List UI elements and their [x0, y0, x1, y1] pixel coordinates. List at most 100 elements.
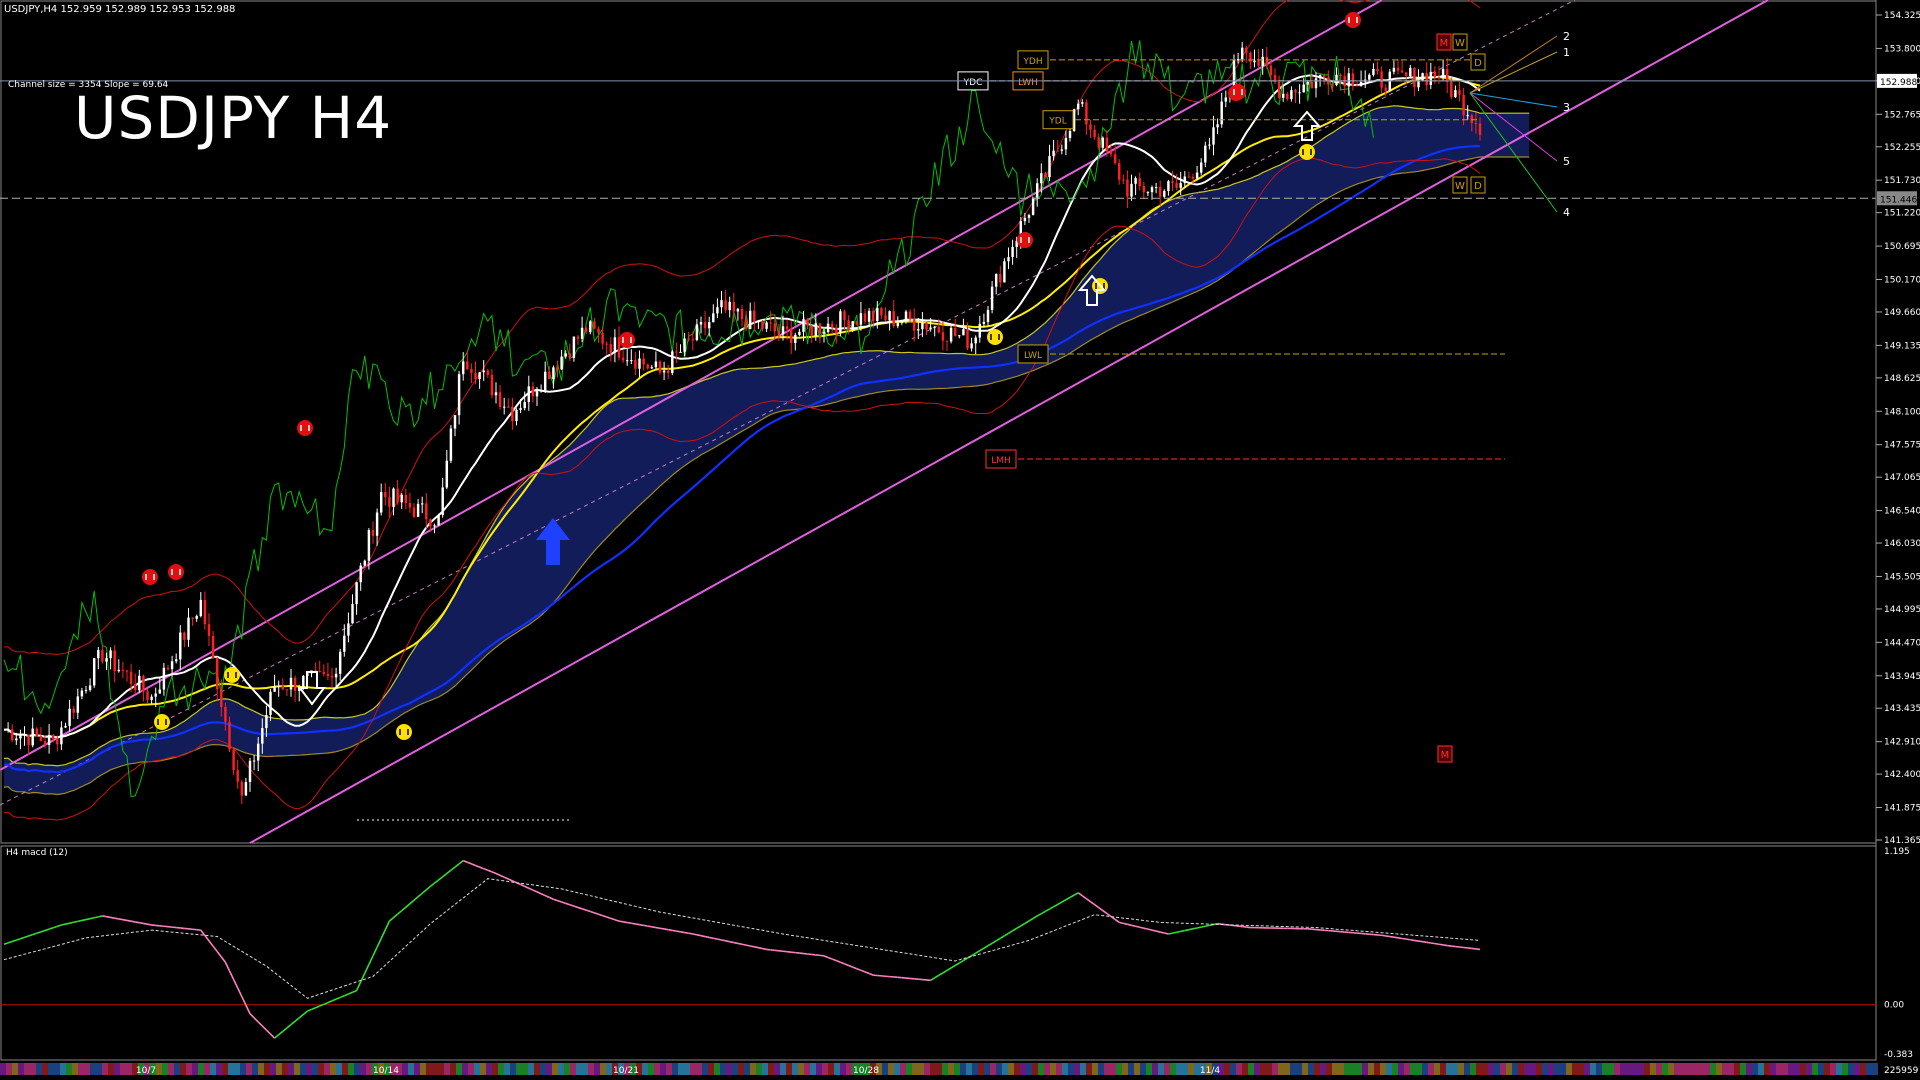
candle-body[interactable]	[548, 371, 551, 380]
candle-body[interactable]	[925, 322, 928, 330]
candle-body[interactable]	[1130, 183, 1133, 197]
candle-body[interactable]	[261, 728, 264, 744]
candle-body[interactable]	[724, 300, 727, 311]
candle-body[interactable]	[732, 301, 736, 312]
candle-body[interactable]	[1089, 124, 1092, 130]
candle-body[interactable]	[1335, 74, 1338, 86]
candle-body[interactable]	[609, 344, 613, 353]
candle-body[interactable]	[1269, 65, 1273, 76]
candle-body[interactable]	[781, 326, 785, 335]
candle-body[interactable]	[703, 322, 707, 329]
candle-body[interactable]	[363, 560, 367, 566]
candle-body[interactable]	[994, 274, 998, 287]
candle-body[interactable]	[1281, 93, 1285, 98]
candle-body[interactable]	[572, 336, 576, 358]
candle-body[interactable]	[556, 367, 559, 370]
trading-chart[interactable]: YDCYDHLWHYDLLWLLMHM WDW DM21354 154.325153…	[0, 0, 1920, 1080]
candle-body[interactable]	[519, 408, 522, 410]
candle-body[interactable]	[23, 734, 26, 736]
candle-body[interactable]	[269, 691, 272, 716]
candle-body[interactable]	[761, 321, 764, 329]
sell-signal-icon[interactable]	[1230, 84, 1246, 100]
candle-body[interactable]	[990, 286, 994, 310]
candle-body[interactable]	[695, 324, 699, 341]
candle-body[interactable]	[531, 386, 535, 397]
candle-body[interactable]	[1310, 81, 1314, 89]
candle-body[interactable]	[568, 353, 572, 358]
candle-body[interactable]	[39, 736, 43, 742]
candle-body[interactable]	[97, 650, 100, 659]
candle-body[interactable]	[101, 650, 104, 662]
candle-body[interactable]	[1441, 68, 1445, 79]
candle-body[interactable]	[1105, 137, 1109, 152]
candle-body[interactable]	[1400, 70, 1404, 73]
candle-body[interactable]	[474, 372, 477, 379]
candle-body[interactable]	[236, 770, 239, 782]
candle-body[interactable]	[539, 390, 543, 392]
candle-body[interactable]	[1478, 123, 1482, 135]
candle-body[interactable]	[1134, 178, 1137, 184]
candle-body[interactable]	[1376, 68, 1379, 72]
candle-body[interactable]	[68, 708, 71, 726]
candle-body[interactable]	[388, 497, 391, 507]
candle-body[interactable]	[658, 361, 662, 373]
candle-body[interactable]	[166, 667, 170, 670]
candle-body[interactable]	[338, 651, 342, 674]
candle-body[interactable]	[400, 494, 403, 503]
candle-body[interactable]	[146, 691, 149, 700]
buy-signal-icon[interactable]	[154, 714, 170, 730]
candle-body[interactable]	[601, 332, 604, 344]
candle-body[interactable]	[392, 488, 395, 507]
candle-body[interactable]	[933, 326, 936, 328]
candle-body[interactable]	[962, 329, 965, 336]
candle-body[interactable]	[773, 323, 777, 332]
candle-body[interactable]	[490, 374, 494, 396]
candle-body[interactable]	[515, 409, 518, 421]
candle-body[interactable]	[1199, 162, 1203, 173]
candle-body[interactable]	[470, 369, 473, 373]
candle-body[interactable]	[978, 323, 982, 338]
candle-body[interactable]	[1347, 73, 1351, 87]
candle-body[interactable]	[597, 328, 600, 333]
candle-body[interactable]	[92, 658, 96, 686]
candle-body[interactable]	[494, 392, 498, 396]
candle-body[interactable]	[84, 690, 88, 692]
buy-signal-icon[interactable]	[1299, 144, 1315, 160]
candle-body[interactable]	[593, 321, 596, 329]
candle-body[interactable]	[1277, 81, 1281, 98]
candle-body[interactable]	[999, 274, 1002, 283]
candle-body[interactable]	[1290, 90, 1293, 100]
candle-body[interactable]	[884, 315, 887, 321]
candle-body[interactable]	[1208, 144, 1211, 146]
candle-body[interactable]	[203, 599, 207, 625]
candle-body[interactable]	[498, 392, 502, 407]
candle-body[interactable]	[580, 327, 584, 339]
candle-body[interactable]	[433, 525, 436, 527]
candle-body[interactable]	[1035, 183, 1039, 198]
candle-body[interactable]	[1462, 94, 1465, 116]
candle-body[interactable]	[744, 319, 748, 330]
candle-body[interactable]	[814, 323, 818, 336]
candle-body[interactable]	[552, 367, 555, 380]
candle-body[interactable]	[1031, 197, 1035, 216]
candle-body[interactable]	[949, 327, 953, 342]
candle-body[interactable]	[970, 343, 973, 349]
candle-body[interactable]	[265, 715, 268, 729]
candle-body[interactable]	[1212, 127, 1215, 145]
candle-body[interactable]	[716, 307, 719, 314]
candle-body[interactable]	[736, 308, 740, 312]
candle-body[interactable]	[207, 624, 211, 636]
candle-body[interactable]	[666, 370, 670, 374]
candle-body[interactable]	[822, 332, 826, 334]
candle-body[interactable]	[334, 673, 338, 678]
candle-body[interactable]	[634, 360, 637, 369]
candle-body[interactable]	[691, 339, 695, 341]
candle-body[interactable]	[1142, 186, 1146, 193]
candle-body[interactable]	[1253, 60, 1256, 63]
candle-body[interactable]	[1245, 47, 1248, 53]
candle-body[interactable]	[876, 308, 879, 322]
candle-body[interactable]	[121, 669, 125, 671]
candle-body[interactable]	[1257, 60, 1260, 66]
candle-body[interactable]	[1429, 71, 1433, 85]
candle-body[interactable]	[256, 743, 260, 761]
